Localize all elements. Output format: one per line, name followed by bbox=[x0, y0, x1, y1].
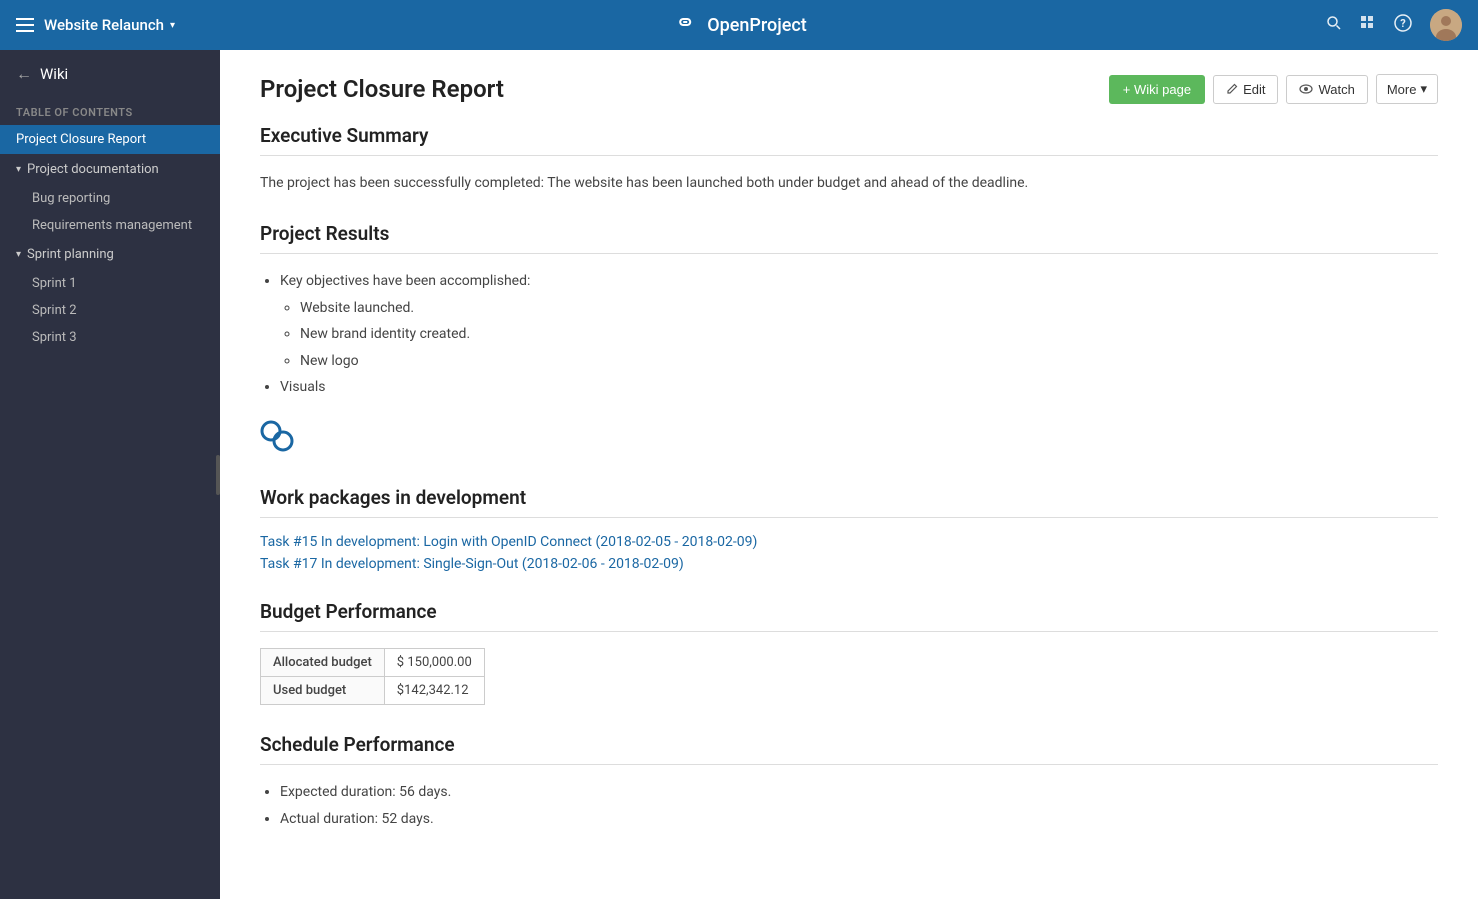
page-actions: + Wiki page Edit Watch More ▾ bbox=[1109, 74, 1438, 104]
task-link-row: Task #17 In development: Single-Sign-Out… bbox=[260, 556, 1438, 572]
wiki-page-button[interactable]: + Wiki page bbox=[1109, 75, 1205, 104]
schedule-performance-heading: Schedule Performance bbox=[260, 733, 1438, 756]
work-packages-section: Work packages in development Task #15 In… bbox=[260, 486, 1438, 572]
budget-label: Allocated budget bbox=[261, 649, 385, 677]
section-divider bbox=[260, 764, 1438, 765]
hamburger-menu-icon[interactable] bbox=[16, 18, 34, 32]
sidebar-resize-handle[interactable] bbox=[216, 50, 220, 899]
section-expand-icon: ▾ bbox=[16, 249, 21, 260]
help-icon[interactable]: ? bbox=[1394, 14, 1412, 36]
executive-summary-section: Executive Summary The project has been s… bbox=[260, 124, 1438, 194]
sidebar-item-project-closure-report[interactable]: Project Closure Report bbox=[0, 125, 220, 154]
sidebar-item-bug-reporting[interactable]: Bug reporting bbox=[0, 185, 220, 212]
content-area: Project Closure Report + Wiki page Edit … bbox=[220, 50, 1478, 899]
toc-label: TABLE OF CONTENTS bbox=[0, 98, 220, 125]
sidebar-wiki-label: Wiki bbox=[40, 65, 68, 83]
budget-value: $ 150,000.00 bbox=[384, 649, 484, 677]
more-button[interactable]: More ▾ bbox=[1376, 74, 1438, 104]
project-dropdown-icon: ▾ bbox=[170, 20, 175, 31]
more-dropdown-icon: ▾ bbox=[1420, 81, 1427, 97]
sidebar-section-sprint-planning[interactable]: ▾ Sprint planning bbox=[0, 239, 220, 270]
sidebar: ← Wiki TABLE OF CONTENTS Project Closure… bbox=[0, 50, 220, 899]
project-results-list: Key objectives have been accomplished: W… bbox=[260, 270, 1438, 398]
project-results-section: Project Results Key objectives have been… bbox=[260, 222, 1438, 458]
list-item: Expected duration: 56 days. bbox=[280, 781, 1438, 803]
back-arrow-icon: ← bbox=[16, 64, 32, 84]
openproject-logo-text: OpenProject bbox=[707, 15, 807, 36]
schedule-performance-section: Schedule Performance Expected duration: … bbox=[260, 733, 1438, 830]
svg-text:?: ? bbox=[1400, 17, 1406, 30]
section-expand-icon: ▾ bbox=[16, 164, 21, 175]
sidebar-item-sprint-2[interactable]: Sprint 2 bbox=[0, 297, 220, 324]
section-divider bbox=[260, 155, 1438, 156]
list-item: Website launched. bbox=[300, 297, 1438, 319]
budget-label: Used budget bbox=[261, 677, 385, 705]
search-icon[interactable] bbox=[1326, 15, 1342, 35]
task-17-link[interactable]: Task #17 In development: Single-Sign-Out… bbox=[260, 556, 684, 572]
page-title: Project Closure Report bbox=[260, 75, 504, 103]
edit-button[interactable]: Edit bbox=[1213, 75, 1278, 104]
section-divider bbox=[260, 517, 1438, 518]
list-item: New brand identity created. bbox=[300, 323, 1438, 345]
sub-list: Website launched. New brand identity cre… bbox=[280, 297, 1438, 372]
work-packages-heading: Work packages in development bbox=[260, 486, 1438, 509]
table-row: Allocated budget $ 150,000.00 bbox=[261, 649, 485, 677]
logo-image-placeholder bbox=[260, 414, 1438, 458]
list-item: Actual duration: 52 days. bbox=[280, 808, 1438, 830]
sidebar-item-sprint-1[interactable]: Sprint 1 bbox=[0, 270, 220, 297]
schedule-list: Expected duration: 56 days. Actual durat… bbox=[260, 781, 1438, 830]
budget-value: $142,342.12 bbox=[384, 677, 484, 705]
budget-performance-section: Budget Performance Allocated budget $ 15… bbox=[260, 600, 1438, 705]
list-item: New logo bbox=[300, 350, 1438, 372]
page-header: Project Closure Report + Wiki page Edit … bbox=[260, 74, 1438, 104]
budget-table: Allocated budget $ 150,000.00 Used budge… bbox=[260, 648, 485, 705]
budget-performance-heading: Budget Performance bbox=[260, 600, 1438, 623]
section-divider bbox=[260, 253, 1438, 254]
watch-button[interactable]: Watch bbox=[1286, 75, 1367, 104]
top-navigation: Website Relaunch ▾ OpenProject bbox=[0, 0, 1478, 50]
sidebar-section-project-documentation[interactable]: ▾ Project documentation bbox=[0, 154, 220, 185]
list-item: Visuals bbox=[280, 376, 1438, 398]
project-results-heading: Project Results bbox=[260, 222, 1438, 245]
section-divider bbox=[260, 631, 1438, 632]
list-item: Key objectives have been accomplished: W… bbox=[280, 270, 1438, 372]
grid-icon[interactable] bbox=[1360, 15, 1376, 35]
project-name[interactable]: Website Relaunch ▾ bbox=[44, 16, 175, 34]
user-avatar[interactable] bbox=[1430, 9, 1462, 41]
task-15-link[interactable]: Task #15 In development: Login with Open… bbox=[260, 534, 757, 550]
executive-summary-heading: Executive Summary bbox=[260, 124, 1438, 147]
table-row: Used budget $142,342.12 bbox=[261, 677, 485, 705]
sidebar-item-sprint-3[interactable]: Sprint 3 bbox=[0, 324, 220, 351]
openproject-logo-icon bbox=[671, 12, 699, 38]
sidebar-item-requirements-management[interactable]: Requirements management bbox=[0, 212, 220, 239]
executive-summary-text: The project has been successfully comple… bbox=[260, 172, 1438, 194]
task-link-row: Task #15 In development: Login with Open… bbox=[260, 534, 1438, 550]
sidebar-wiki-header[interactable]: ← Wiki bbox=[0, 50, 220, 98]
